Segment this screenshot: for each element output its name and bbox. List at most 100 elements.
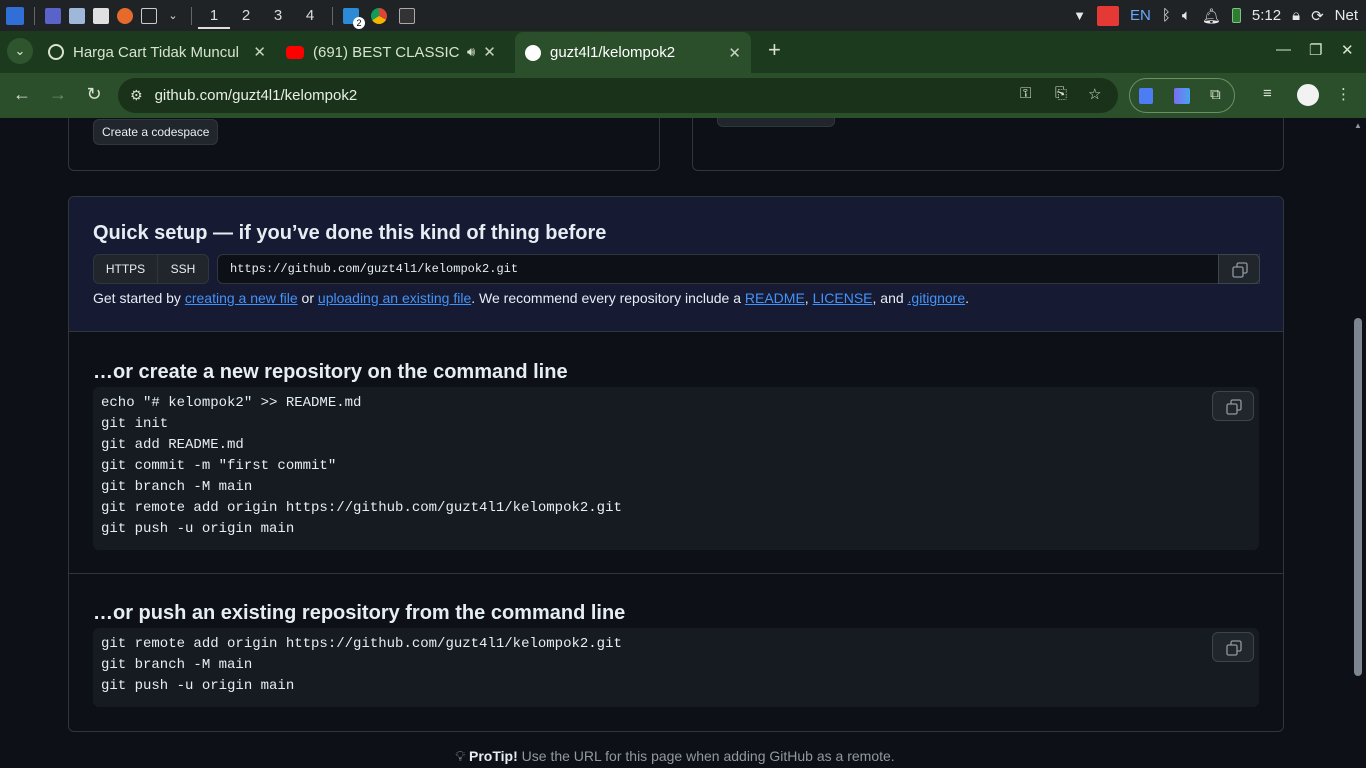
keyboard-layout[interactable]: EN xyxy=(1130,7,1151,24)
tab-github[interactable]: guzt4l1/kelompok2 ✕ xyxy=(515,32,751,73)
ssh-button[interactable]: SSH xyxy=(158,255,208,283)
clone-url-text[interactable]: https://github.com/guzt4l1/kelompok2.git xyxy=(230,262,518,276)
gitignore-link[interactable]: .gitignore xyxy=(908,290,966,306)
volume-icon[interactable]: 🔈︎ xyxy=(1182,7,1191,24)
workspace-2[interactable]: 2 xyxy=(230,7,262,24)
window-close-icon[interactable]: ✕ xyxy=(1341,41,1354,59)
minimize-icon[interactable]: — xyxy=(1276,41,1291,58)
tab-youtube[interactable]: (691) BEST CLASSIC SI 🔊︎ ✕ xyxy=(276,34,514,70)
network-icon[interactable]: ⟳ xyxy=(1311,7,1324,25)
upload-file-link[interactable]: uploading an existing file xyxy=(318,290,471,306)
taskbar-divider xyxy=(332,6,333,25)
protocol-toggle: HTTPS SSH xyxy=(93,254,209,284)
quick-setup-card: Quick setup — if you’ve done this kind o… xyxy=(68,196,1284,732)
notification-bell-icon[interactable]: 🔔︎ xyxy=(1202,7,1221,25)
address-bar[interactable]: ⚙︎ github.com/guzt4l1/kelompok2 ⚿ ⎘ ☆ xyxy=(118,78,1118,113)
scrollbar-thumb[interactable] xyxy=(1354,318,1362,676)
copy-url-button[interactable] xyxy=(1218,254,1260,284)
readme-link[interactable]: README xyxy=(745,290,805,306)
profile-avatar[interactable] xyxy=(1297,84,1319,106)
new-repo-heading: …or create a new repository on the comma… xyxy=(93,361,568,383)
license-link[interactable]: LICENSE xyxy=(813,290,873,306)
chrome-icon[interactable] xyxy=(371,7,387,24)
workspace-1[interactable]: 1 xyxy=(198,3,230,29)
create-codespace-button[interactable]: Create a codespace xyxy=(93,119,219,145)
install-app-icon[interactable]: ⎘ xyxy=(1055,85,1067,102)
workspace-4[interactable]: 4 xyxy=(294,7,326,24)
system-taskbar: ⌄ 1 2 3 4 2 ▼ EN ᛒ 🔈︎ 🔔︎ 5:12 🔒︎ ⟳ Net xyxy=(0,0,1366,31)
workspace-3[interactable]: 3 xyxy=(262,7,294,24)
document-viewer-icon[interactable] xyxy=(93,7,109,24)
code-line: git branch -M main xyxy=(101,657,253,673)
help-text: , and xyxy=(872,290,908,306)
https-button[interactable]: HTTPS xyxy=(94,255,158,283)
close-icon[interactable]: ✕ xyxy=(728,44,741,62)
back-icon[interactable]: ← xyxy=(4,84,40,105)
tab-search-button[interactable]: ⌄ xyxy=(7,38,33,64)
new-repo-code-block: echo "# kelompok2" >> README.md git init… xyxy=(93,387,1259,550)
network-label[interactable]: Net xyxy=(1335,7,1358,24)
code-line: git init xyxy=(101,416,169,432)
quick-setup-section: Quick setup — if you’ve done this kind o… xyxy=(69,197,1283,332)
wifi-icon[interactable]: ▼ xyxy=(1073,8,1086,23)
terminal-window-icon[interactable] xyxy=(399,7,415,24)
youtube-icon xyxy=(286,45,304,59)
forward-icon[interactable]: → xyxy=(40,84,76,105)
quick-setup-help: Get started by creating a new file or up… xyxy=(93,290,969,306)
code-line: git add README.md xyxy=(101,437,244,453)
site-info-icon[interactable]: ⚙︎ xyxy=(130,87,143,104)
system-tray: ▼ EN ᛒ 🔈︎ 🔔︎ 5:12 🔒︎ ⟳ Net xyxy=(1073,0,1358,31)
vscode-icon[interactable]: 2 xyxy=(343,7,365,29)
window-count-badge: 2 xyxy=(353,16,365,29)
password-key-icon[interactable]: ⚿ xyxy=(1020,85,1031,102)
app-menu-icon[interactable] xyxy=(6,6,24,25)
extension-docs-icon[interactable] xyxy=(1139,88,1153,104)
browser-tab-strip: ⌄ Harga Cart Tidak Muncul ✕ (691) BEST C… xyxy=(0,31,1366,73)
clock[interactable]: 5:12 xyxy=(1252,7,1281,24)
firefox-icon[interactable] xyxy=(117,7,133,24)
code-line: echo "# kelompok2" >> README.md xyxy=(101,395,362,411)
copy-new-repo-button[interactable] xyxy=(1212,391,1254,421)
chrome-menu-icon[interactable]: ⋮ xyxy=(1336,85,1351,103)
tab-title: guzt4l1/kelompok2 xyxy=(550,44,676,61)
terminal-icon[interactable] xyxy=(141,7,157,24)
code-line: git branch -M main xyxy=(101,479,253,495)
right-card-button[interactable] xyxy=(717,118,835,127)
browser-toolbar: ← → ↻ ⚙︎ github.com/guzt4l1/kelompok2 ⚿ … xyxy=(0,73,1366,118)
push-existing-code-block: git remote add origin https://github.com… xyxy=(93,628,1259,707)
url-text[interactable]: github.com/guzt4l1/kelompok2 xyxy=(155,87,358,104)
help-text: , xyxy=(804,290,813,306)
anydesk-icon[interactable] xyxy=(1096,5,1119,26)
extensions-puzzle-icon[interactable]: ⧉ xyxy=(1210,86,1221,103)
speaker-icon[interactable]: 🔊︎ xyxy=(467,44,475,60)
github-page: Create a codespace Quick setup — if you’… xyxy=(0,118,1350,768)
bookmark-star-icon[interactable]: ☆ xyxy=(1088,85,1101,103)
create-new-file-link[interactable]: creating a new file xyxy=(185,290,298,306)
section-divider xyxy=(69,573,1283,574)
files-icon[interactable] xyxy=(69,7,85,24)
taskbar-divider xyxy=(34,6,35,25)
desktop-icon[interactable] xyxy=(45,7,61,24)
scroll-up-icon[interactable]: ▲ xyxy=(1354,121,1362,130)
close-icon[interactable]: ✕ xyxy=(483,43,496,61)
chevron-down-icon[interactable]: ⌄ xyxy=(165,8,181,24)
help-text: or xyxy=(297,290,318,306)
code-line: git push -u origin main xyxy=(101,678,295,694)
reload-icon[interactable]: ↻ xyxy=(76,84,112,105)
new-tab-button[interactable]: + xyxy=(768,37,781,63)
lock-icon[interactable]: 🔒︎ xyxy=(1292,7,1300,24)
clone-url-field[interactable]: https://github.com/guzt4l1/kelompok2.git xyxy=(217,254,1260,284)
tab-chatgpt[interactable]: Harga Cart Tidak Muncul ✕ xyxy=(38,34,276,70)
protip-text: Use the URL for this page when adding Gi… xyxy=(517,748,895,764)
code-line: git remote add origin https://github.com… xyxy=(101,500,622,516)
media-controls-icon[interactable]: ≡ xyxy=(1263,85,1272,102)
copy-push-existing-button[interactable] xyxy=(1212,632,1254,662)
right-card xyxy=(692,118,1284,171)
tab-title: Harga Cart Tidak Muncul xyxy=(73,43,239,61)
extension-analytics-icon[interactable] xyxy=(1174,88,1190,104)
github-icon xyxy=(525,44,541,61)
bluetooth-icon[interactable]: ᛒ xyxy=(1162,7,1171,24)
maximize-icon[interactable]: ❐ xyxy=(1309,41,1322,59)
codespaces-card: Create a codespace xyxy=(68,118,660,171)
close-icon[interactable]: ✕ xyxy=(253,43,266,61)
